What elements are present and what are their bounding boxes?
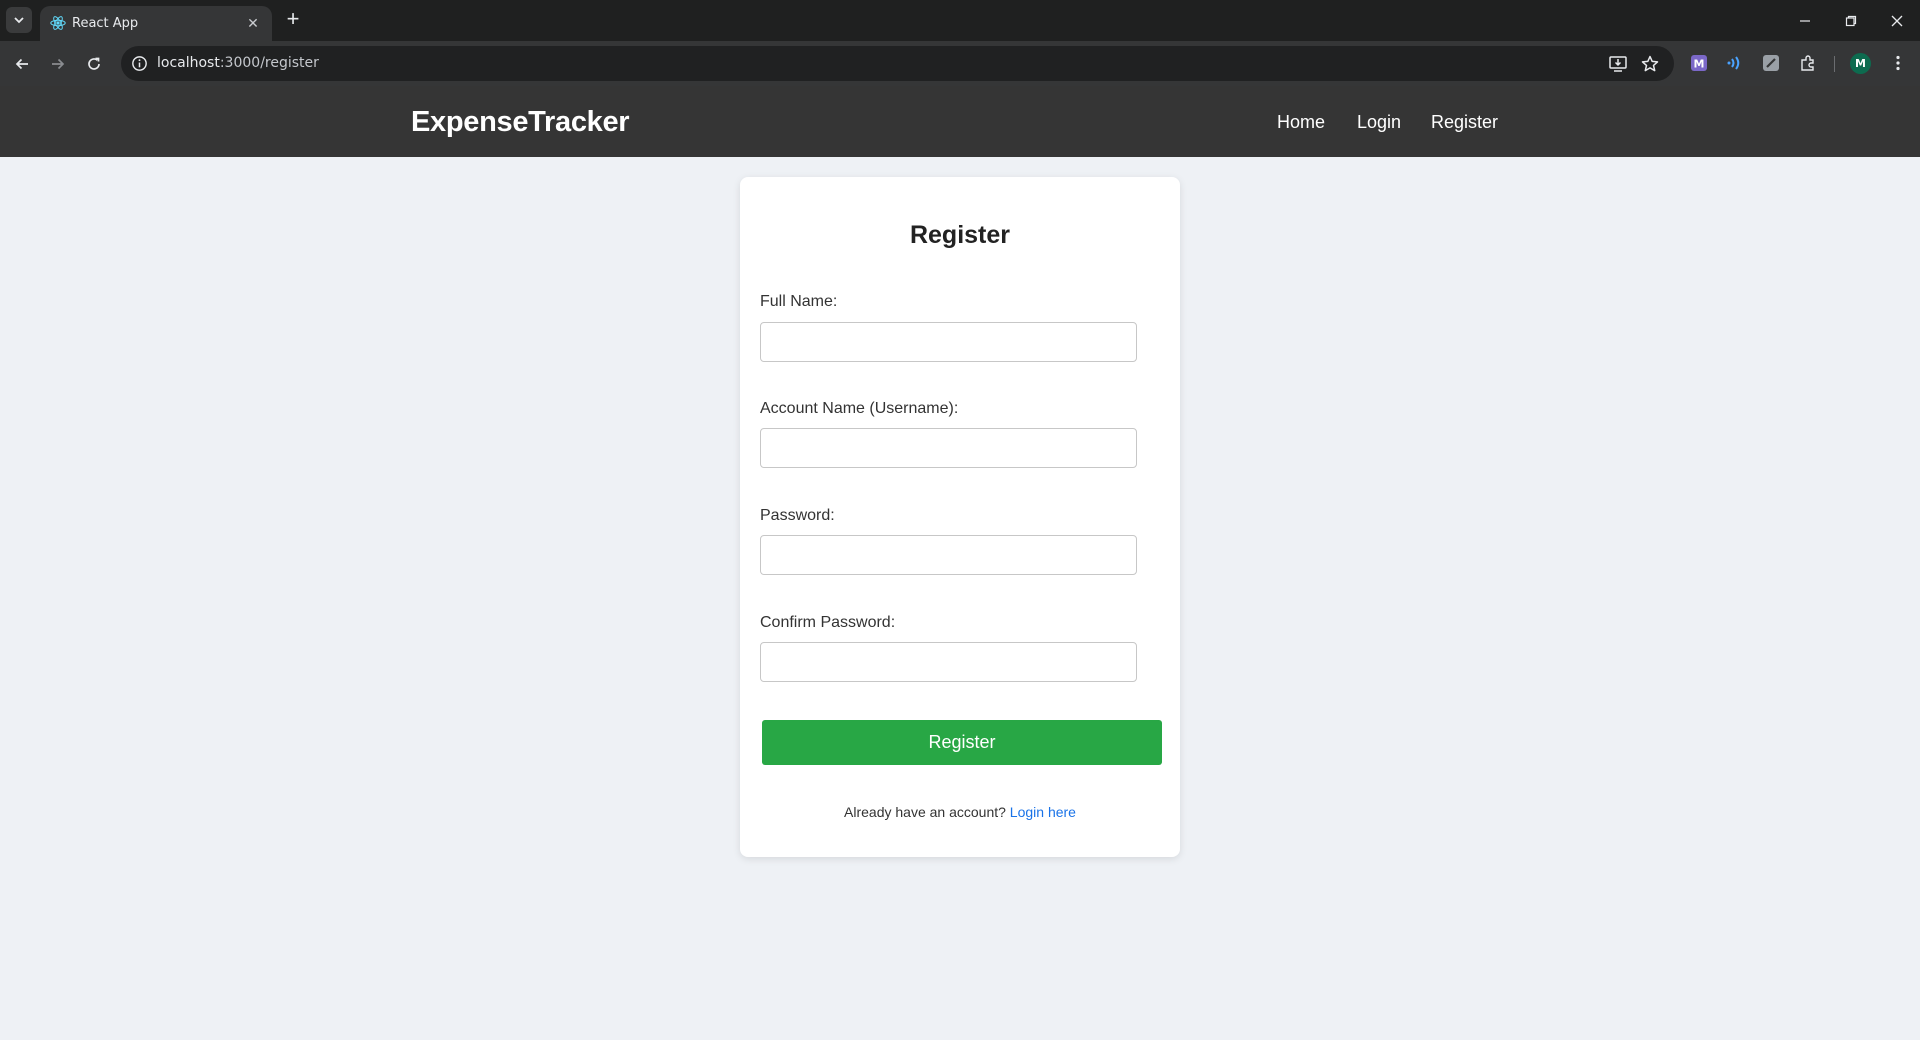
full-name-input[interactable] — [760, 322, 1137, 362]
kebab-menu-icon[interactable] — [1888, 53, 1908, 73]
plus-icon[interactable]: + — [281, 8, 305, 32]
restore-icon[interactable] — [1828, 0, 1874, 41]
bookmark-star-icon[interactable] — [1640, 54, 1660, 74]
register-submit-button[interactable]: Register — [762, 720, 1162, 765]
form-title: Register — [909, 221, 1011, 249]
username-input[interactable] — [760, 428, 1137, 468]
close-window-icon[interactable] — [1874, 0, 1920, 41]
nav-link-login[interactable]: Login — [1357, 112, 1401, 133]
brand-logo[interactable]: ExpenseTracker — [411, 106, 630, 139]
profile-avatar[interactable]: M — [1850, 53, 1871, 74]
nav-link-home[interactable]: Home — [1277, 112, 1325, 133]
nav-link-register[interactable]: Register — [1431, 112, 1498, 133]
react-favicon-icon — [50, 16, 66, 30]
puzzle-icon[interactable] — [1798, 53, 1818, 73]
url-text: localhost:3000/register — [157, 55, 319, 71]
browser-toolbar: localhost:3000/register M M — [0, 41, 1920, 86]
browser-tab-strip: React App ✕ + — [0, 0, 1920, 41]
login-prompt-text: Already have an account? — [844, 804, 1006, 820]
extension-pen-icon[interactable] — [1761, 53, 1781, 73]
confirm-password-label: Confirm Password: — [760, 614, 896, 631]
login-prompt: Already have an account? Login here — [740, 804, 1180, 820]
url-path: :3000/register — [219, 55, 319, 71]
tab-search-button[interactable] — [6, 7, 32, 33]
site-info-icon[interactable] — [130, 54, 149, 73]
minimize-icon[interactable] — [1782, 0, 1828, 41]
extension-wave-icon[interactable] — [1725, 53, 1745, 73]
tab-title: React App — [72, 16, 139, 31]
close-icon[interactable]: ✕ — [244, 14, 262, 32]
toolbar-divider — [1834, 56, 1835, 72]
install-app-icon[interactable] — [1608, 54, 1628, 74]
url-host: localhost — [157, 55, 220, 71]
register-card: Register Full Name: Account Name (Userna… — [740, 177, 1180, 857]
reload-icon[interactable] — [81, 51, 107, 77]
full-name-label: Full Name: — [760, 293, 838, 310]
login-here-link[interactable]: Login here — [1010, 804, 1076, 820]
extension-m-icon[interactable]: M — [1689, 53, 1709, 73]
username-label: Account Name (Username): — [760, 400, 959, 417]
confirm-password-input[interactable] — [760, 642, 1137, 682]
app-navbar: ExpenseTracker Home Login Register — [0, 86, 1920, 157]
address-bar[interactable]: localhost:3000/register — [121, 46, 1674, 81]
browser-tab[interactable]: React App ✕ — [40, 6, 272, 41]
svg-text:M: M — [1694, 58, 1705, 71]
chevron-down-icon — [14, 17, 24, 24]
password-label: Password: — [760, 507, 835, 524]
back-arrow-icon[interactable] — [9, 51, 35, 77]
password-input[interactable] — [760, 535, 1137, 575]
forward-arrow-icon[interactable] — [45, 51, 71, 77]
